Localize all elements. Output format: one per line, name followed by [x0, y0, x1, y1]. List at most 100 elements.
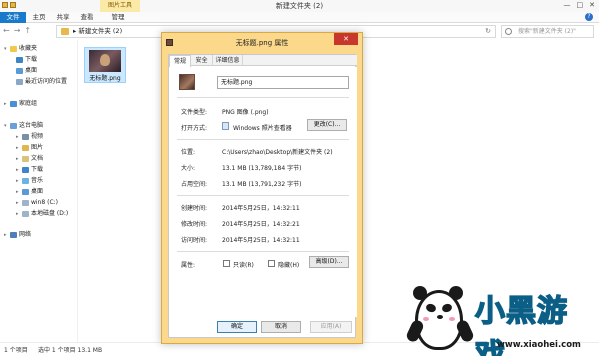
item-count: 1 个项目: [4, 347, 28, 354]
network-icon: [10, 231, 17, 238]
file-item[interactable]: 无标题.png: [84, 47, 126, 83]
dialog-body: 常规 安全 详细信息 无标题.png 文件类型: PNG 图像 (.png) 打…: [168, 54, 357, 338]
sidebar-item-videos[interactable]: ▸ 视频: [16, 132, 43, 142]
change-button[interactable]: 更改(C)...: [307, 119, 347, 131]
tab-view[interactable]: 查看: [78, 12, 96, 23]
panda-blush: [423, 317, 429, 321]
divider: [177, 139, 349, 140]
downloads-icon: [16, 56, 23, 63]
downloads-icon: [22, 166, 29, 173]
close-window-button[interactable]: ✕: [589, 1, 595, 9]
tab-security[interactable]: 安全: [191, 55, 213, 66]
up-button[interactable]: ↑: [24, 26, 31, 35]
divider: [177, 251, 349, 252]
accessed-label: 访问时间:: [181, 237, 208, 244]
apply-button[interactable]: 应用(A): [310, 321, 352, 333]
window-title: 新建文件夹 (2): [275, 2, 324, 10]
modified-label: 修改时间:: [181, 221, 208, 228]
tab-details[interactable]: 详细信息: [213, 55, 243, 66]
accessed-value: 2014年5月25日，14:32:11: [222, 237, 300, 244]
sidebar-favorites[interactable]: ▾ 收藏夹: [4, 44, 37, 54]
dialog-tabs: 常规 安全 详细信息: [169, 55, 357, 67]
hidden-label: 隐藏(H): [278, 262, 300, 269]
dialog-title-bar[interactable]: 无标题.png 属性 ✕: [162, 33, 362, 53]
location-label: 位置:: [181, 149, 196, 156]
hidden-checkbox[interactable]: [268, 260, 275, 267]
readonly-checkbox[interactable]: [223, 260, 230, 267]
divider: [177, 97, 349, 98]
panda-nose: [437, 315, 443, 319]
sidebar-network[interactable]: ▸ 网络: [4, 230, 31, 240]
videos-icon: [22, 133, 29, 140]
general-panel: 无标题.png 文件类型: PNG 图像 (.png) 打开方式: Window…: [169, 67, 357, 317]
advanced-button[interactable]: 高级(D)...: [309, 256, 349, 268]
search-icon: [505, 28, 512, 35]
pictures-icon: [22, 144, 29, 151]
open-with-value: Windows 照片查看器: [233, 125, 292, 132]
sidebar-item-drive-c[interactable]: ▸ win8 (C:): [16, 198, 58, 208]
sidebar-item-documents[interactable]: ▸ 文档: [16, 154, 43, 164]
documents-icon: [22, 155, 29, 162]
drive-icon: [22, 210, 29, 217]
tab-file[interactable]: 文件: [0, 12, 26, 23]
type-value: PNG 图像 (.png): [222, 109, 269, 116]
drive-icon: [22, 199, 29, 206]
address-path[interactable]: ▸ 新建文件夹 (2): [73, 26, 122, 37]
title-bar: 图片工具 新建文件夹 (2) — □ ✕: [0, 0, 599, 12]
desktop-icon: [16, 67, 23, 74]
tab-home[interactable]: 主页: [30, 12, 48, 23]
image-thumbnail: [89, 50, 121, 72]
sidebar-item-desktop-pc[interactable]: ▸ 桌面: [16, 187, 43, 197]
file-name: 无标题.png: [89, 75, 121, 82]
size-value: 13.1 MB (13,789,184 字节): [222, 165, 302, 172]
dialog-title: 无标题.png 属性: [235, 39, 289, 47]
sidebar-item-downloads[interactable]: 下载: [16, 55, 37, 65]
tab-general[interactable]: 常规: [169, 55, 191, 67]
location-value: C:\Users\zhao\Desktop\新建文件夹 (2): [222, 149, 333, 156]
star-icon: [10, 45, 17, 52]
ok-button[interactable]: 确定: [217, 321, 257, 333]
size-label: 大小:: [181, 165, 196, 172]
sidebar-item-downloads-pc[interactable]: ▸ 下载: [16, 165, 43, 175]
divider: [177, 195, 349, 196]
desktop-icon: [22, 188, 29, 195]
sidebar-homegroup[interactable]: ▸ 家庭组: [4, 99, 37, 109]
sidebar-item-drive-d[interactable]: ▸ 本地磁盘 (D:): [16, 209, 68, 219]
minimize-button[interactable]: —: [564, 1, 571, 9]
filename-input[interactable]: 无标题.png: [217, 76, 349, 89]
sidebar-item-recent[interactable]: 最近访问的位置: [16, 77, 67, 87]
disk-size-label: 占用空间:: [181, 181, 208, 188]
tab-share[interactable]: 共享: [54, 12, 72, 23]
sidebar-thispc[interactable]: ▾ 这台电脑: [4, 121, 43, 131]
type-label: 文件类型:: [181, 109, 208, 116]
open-with-label: 打开方式:: [181, 125, 208, 132]
tab-manage[interactable]: 管理: [106, 12, 130, 23]
selection-info: 选中 1 个项目 13.1 MB: [38, 347, 103, 354]
readonly-label: 只读(R): [233, 262, 254, 269]
close-button[interactable]: ✕: [334, 33, 358, 45]
watermark-logo: 小黑游戏: [474, 293, 568, 356]
sidebar-item-music[interactable]: ▸ 音乐: [16, 176, 43, 186]
watermark-url: www.xiaohei.com: [497, 340, 581, 350]
cancel-button[interactable]: 取消: [261, 321, 301, 333]
forward-button[interactable]: →: [14, 26, 21, 35]
disk-size-value: 13.1 MB (13,791,232 字节): [222, 181, 302, 188]
search-placeholder: 搜索"新建文件夹 (2)": [518, 28, 576, 35]
created-value: 2014年5月25日，14:32:11: [222, 205, 300, 212]
help-icon[interactable]: ?: [585, 13, 593, 21]
attributes-label: 属性:: [181, 262, 196, 269]
properties-dialog: 无标题.png 属性 ✕ 常规 安全 详细信息 无标题.png 文件类型: PN…: [161, 32, 363, 344]
folder-icon: [61, 28, 69, 35]
homegroup-icon: [10, 100, 17, 107]
search-input[interactable]: 搜索"新建文件夹 (2)": [501, 25, 594, 38]
recent-places-icon: [16, 78, 23, 85]
maximize-button[interactable]: □: [577, 1, 584, 9]
photo-viewer-icon: [222, 122, 229, 130]
sidebar-item-pictures[interactable]: ▸ 图片: [16, 143, 43, 153]
panda-mascot: [415, 290, 463, 350]
back-button[interactable]: ←: [3, 26, 10, 35]
sidebar-item-desktop[interactable]: 桌面: [16, 66, 37, 76]
ribbon: 文件 主页 共享 查看 管理 ?: [0, 12, 599, 23]
panda-blush: [449, 317, 455, 321]
refresh-icon[interactable]: ↻: [485, 26, 491, 37]
